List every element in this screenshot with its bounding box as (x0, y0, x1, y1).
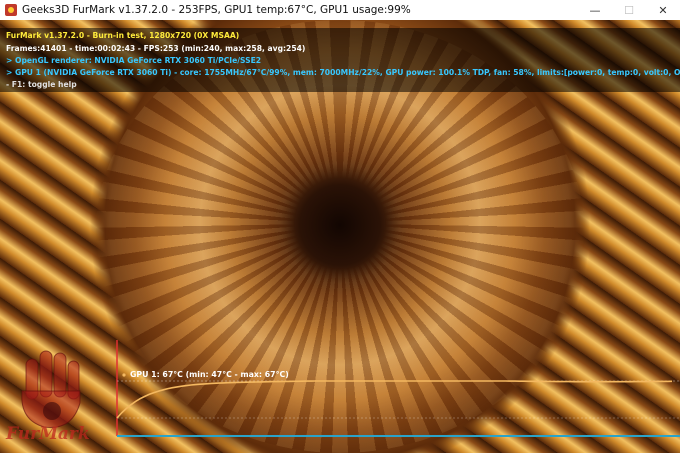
furmark-logo-text: FurMark (6, 424, 90, 444)
hud-frames-line: Frames:41401 - time:00:02:43 - FPS:253 (… (6, 44, 306, 53)
minimize-button[interactable]: — (578, 0, 612, 20)
hud-gpu-line: > GPU 1 (NVIDIA GeForce RTX 3060 Ti) - c… (6, 68, 680, 77)
hud-renderer-line: > OpenGL renderer: NVIDIA GeForce RTX 30… (6, 56, 262, 65)
gpu-temp-graph-label: GPU 1: 67°C (min: 47°C - max: 67°C) (130, 370, 289, 379)
window-controls: — ☐ ✕ (578, 0, 680, 20)
hud-help-line: - F1: toggle help (6, 80, 77, 89)
window-title: Geeks3D FurMark v1.37.2.0 - 253FPS, GPU1… (22, 4, 411, 16)
close-button[interactable]: ✕ (646, 0, 680, 20)
hud-title-line: FurMark v1.37.2.0 - Burn-in test, 1280x7… (6, 31, 240, 40)
maximize-button[interactable]: ☐ (612, 0, 646, 20)
title-bar: Geeks3D FurMark v1.37.2.0 - 253FPS, GPU1… (0, 0, 680, 20)
furmark-app-icon (5, 4, 17, 16)
